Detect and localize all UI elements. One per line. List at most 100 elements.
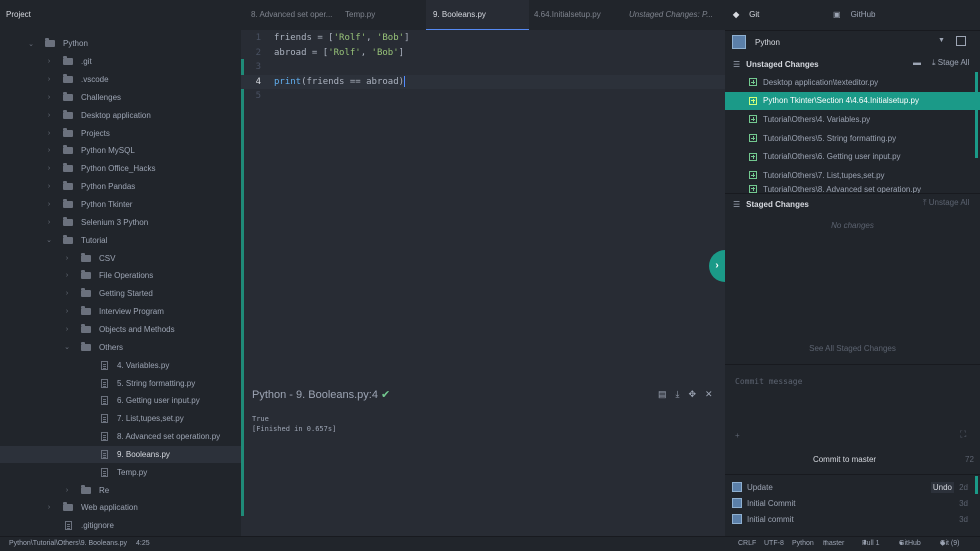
tree-folder[interactable]: › File Operations (0, 267, 241, 285)
chevron-right-icon[interactable]: › (45, 165, 53, 172)
editor-tab[interactable]: Temp.py (345, 0, 425, 30)
tree-folder[interactable]: › Projects (0, 124, 241, 142)
expand-commit-icon[interactable]: ⛶ (960, 429, 966, 440)
unstaged-scrollbar[interactable] (975, 72, 978, 158)
unstaged-file[interactable]: Tutorial\Others\4. Variables.py (725, 110, 980, 129)
chevron-right-icon[interactable]: › (45, 112, 53, 119)
unstaged-file[interactable]: Tutorial\Others\5. String formatting.py (725, 129, 980, 148)
author-avatar (732, 498, 742, 509)
see-all-staged-link[interactable]: See All Staged Changes (725, 344, 980, 353)
chevron-right-icon[interactable]: › (63, 272, 71, 279)
chevron-right-icon[interactable]: › (45, 504, 53, 511)
commit-button[interactable]: Commit to master (725, 455, 964, 464)
unstaged-file[interactable]: Tutorial\Others\8. Advanced set operatio… (725, 184, 980, 193)
chevron-right-icon[interactable]: › (45, 147, 53, 154)
tree-file[interactable]: 5. String formatting.py (0, 374, 241, 392)
chevron-right-icon[interactable]: › (45, 58, 53, 65)
close-output-icon[interactable]: ✕ (705, 389, 713, 400)
line-number: 5 (255, 91, 261, 101)
discard-all-icon[interactable]: ▬ (913, 58, 921, 67)
tree-file[interactable]: 7. List,tupes,set.py (0, 410, 241, 428)
tree-item-label: Challenges (81, 92, 122, 102)
tree-folder[interactable]: › Challenges (0, 89, 241, 107)
code-line[interactable]: 1 friends = ['Rolf', 'Bob'] (241, 31, 725, 45)
commit-item[interactable]: Update Undo 2d (725, 479, 980, 495)
stage-all-button[interactable]: ⤓ Stage All (932, 58, 969, 68)
chevron-right-icon[interactable]: › (45, 94, 53, 101)
commit-message-input[interactable]: Commit message (735, 377, 802, 386)
chevron-down-icon[interactable]: ⌄ (45, 236, 53, 244)
status-encoding[interactable]: UTF-8 (764, 537, 784, 551)
editor-tab[interactable]: Unstaged Changes: P... (629, 0, 721, 30)
commits-scrollbar[interactable] (975, 476, 978, 494)
tree-folder[interactable]: ⌄ Tutorial (0, 231, 241, 249)
chevron-right-icon[interactable]: › (63, 255, 71, 262)
tree-folder[interactable]: › Python Office_Hacks (0, 160, 241, 178)
tree-folder[interactable]: › Python Tkinter (0, 196, 241, 214)
repo-dropdown-chevron-icon[interactable]: ▼ (938, 37, 945, 44)
move-panel-icon[interactable]: ✥ (689, 389, 697, 400)
undo-commit-button[interactable]: Undo (930, 481, 954, 493)
co-author-icon[interactable]: + (735, 431, 740, 440)
chevron-right-icon[interactable]: › (63, 290, 71, 297)
chevron-right-icon[interactable]: › (63, 308, 71, 315)
tab-git[interactable]: ◆ Git (733, 0, 759, 30)
code-line[interactable]: 4 print(friends == abroad) (241, 74, 725, 89)
chevron-right-icon[interactable]: › (63, 326, 71, 333)
code-line[interactable]: 2 abroad = ['Rolf', 'Bob'] (241, 46, 725, 60)
code-line[interactable]: 5 (241, 89, 725, 103)
unstaged-file[interactable]: Python Tkinter\Section 4\4.64.Initialset… (725, 91, 980, 111)
tree-file[interactable]: .gitignore (0, 517, 241, 535)
repo-selector[interactable]: Python (732, 35, 780, 49)
git-label: Git (9) (940, 540, 960, 547)
chevron-right-icon[interactable]: › (45, 76, 53, 83)
status-line-ending[interactable]: CRLF (738, 537, 756, 551)
code-line[interactable]: 3 (241, 60, 725, 74)
chevron-right-icon[interactable]: › (45, 130, 53, 137)
copy-output-icon[interactable]: ▤ (658, 389, 667, 400)
unstage-all-button[interactable]: ⤒ Unstage All (923, 198, 969, 208)
author-avatar (732, 514, 742, 525)
tree-folder[interactable]: › Getting Started (0, 285, 241, 303)
chevron-right-icon[interactable]: › (45, 201, 53, 208)
unstaged-file[interactable]: Tutorial\Others\6. Getting user input.py (725, 147, 980, 166)
tree-file[interactable]: 9. Booleans.py (0, 445, 241, 464)
tree-folder[interactable]: › Interview Program (0, 303, 241, 321)
chevron-right-icon[interactable]: › (63, 487, 71, 494)
tab-github[interactable]: ▣ GitHub (833, 0, 875, 30)
tree-folder[interactable]: › Desktop application (0, 106, 241, 124)
status-file-path[interactable]: Python\Tutorial\Others\9. Booleans.py (9, 537, 127, 551)
git-icon: ◆ (733, 10, 740, 19)
tree-folder[interactable]: › Python MySQL (0, 142, 241, 160)
tree-file[interactable]: Temp.py (0, 463, 241, 481)
commit-item[interactable]: Initial commit 3d (725, 511, 980, 527)
tree-file[interactable]: 4. Variables.py (0, 356, 241, 374)
chevron-down-icon[interactable]: ⌄ (27, 40, 35, 48)
tree-folder[interactable]: ⌄ Python (0, 35, 241, 53)
unstaged-file[interactable]: Tutorial\Others\7. List,tupes,set.py (725, 166, 980, 185)
tree-folder[interactable]: › CSV (0, 249, 241, 267)
editor-tab[interactable]: 8. Advanced set oper... (251, 0, 337, 30)
tree-folder[interactable]: › Selenium 3 Python (0, 214, 241, 232)
tree-folder[interactable]: › Web application (0, 499, 241, 517)
editor-tab[interactable]: 4.64.Initialsetup.py (534, 0, 624, 30)
code-editor[interactable]: 1 friends = ['Rolf', 'Bob'] 2 abroad = ['Ro… (241, 30, 725, 516)
tree-file[interactable]: 8. Advanced set operation.py (0, 428, 241, 446)
chevron-right-icon[interactable]: › (45, 183, 53, 190)
save-output-icon[interactable]: ⤓ (676, 389, 680, 400)
unstaged-file[interactable]: Desktop application\texteditor.py (725, 73, 980, 92)
tree-file[interactable]: 6. Getting user input.py (0, 392, 241, 410)
chevron-down-icon[interactable]: ⌄ (63, 343, 71, 351)
tree-folder[interactable]: › .git (0, 53, 241, 71)
chevron-right-icon[interactable]: › (45, 219, 53, 226)
status-cursor-position[interactable]: 4:25 (136, 537, 150, 551)
new-repo-icon[interactable] (956, 36, 966, 46)
status-grammar[interactable]: Python (792, 537, 814, 551)
tree-folder[interactable]: ⌄ Others (0, 338, 241, 356)
tree-folder[interactable]: › Re (0, 481, 241, 499)
commit-item[interactable]: Initial Commit 3d (725, 495, 980, 511)
tree-folder[interactable]: › Python Pandas (0, 178, 241, 196)
tree-folder[interactable]: › .vscode (0, 71, 241, 89)
tree-folder[interactable]: › Objects and Methods (0, 321, 241, 339)
editor-tab[interactable]: 9. Booleans.py (426, 0, 529, 30)
